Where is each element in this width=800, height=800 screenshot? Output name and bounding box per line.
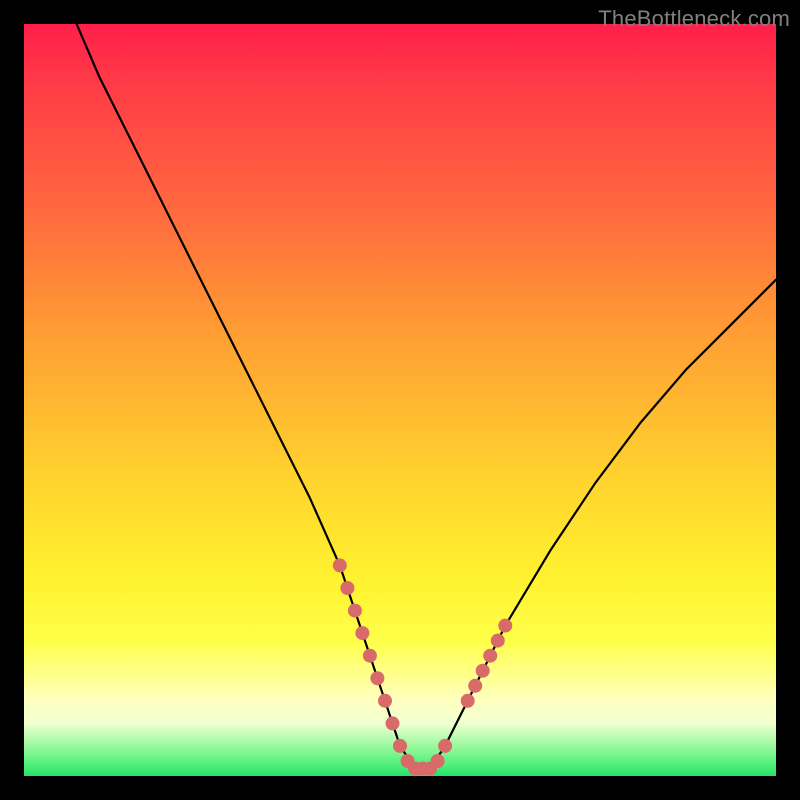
highlight-dot bbox=[438, 739, 452, 753]
highlight-dot bbox=[483, 649, 497, 663]
highlight-dot bbox=[498, 619, 512, 633]
highlight-dot bbox=[363, 649, 377, 663]
highlight-dot bbox=[491, 634, 505, 648]
highlight-dot bbox=[348, 604, 362, 618]
curve-layer bbox=[24, 24, 776, 776]
highlight-dot bbox=[386, 716, 400, 730]
highlight-dot bbox=[333, 558, 347, 572]
highlight-dot bbox=[393, 739, 407, 753]
highlight-dot bbox=[476, 664, 490, 678]
highlight-dot bbox=[355, 626, 369, 640]
highlight-dot bbox=[468, 679, 482, 693]
highlight-dot bbox=[461, 694, 475, 708]
highlight-dot bbox=[340, 581, 354, 595]
highlight-dot bbox=[378, 694, 392, 708]
highlight-dots bbox=[333, 558, 513, 775]
highlight-dot bbox=[431, 754, 445, 768]
plot-area bbox=[24, 24, 776, 776]
watermark-text: TheBottleneck.com bbox=[598, 6, 790, 32]
highlight-dot bbox=[370, 671, 384, 685]
bottleneck-curve bbox=[77, 24, 776, 769]
chart-frame: TheBottleneck.com bbox=[0, 0, 800, 800]
